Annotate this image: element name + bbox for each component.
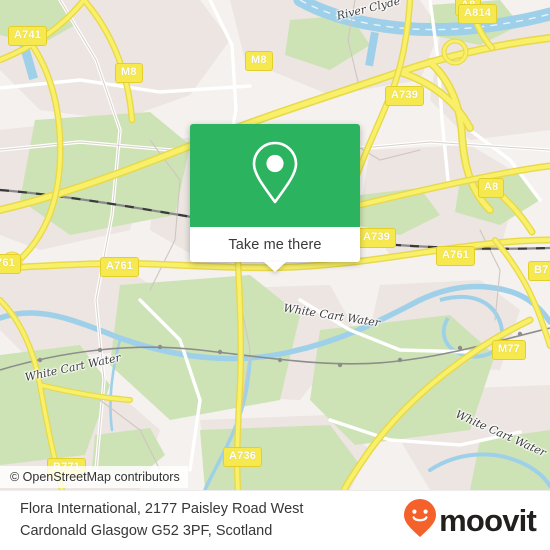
road-shield: A741 xyxy=(8,26,48,46)
road-shield: A736 xyxy=(223,447,263,467)
popup-tail xyxy=(264,262,286,272)
road-shield: M77 xyxy=(492,340,526,360)
moovit-map-screenshot: A741 M8 M8 A8 A814 A739 A8 A739 A761 B7 … xyxy=(0,0,550,550)
map-pin-icon xyxy=(249,140,301,211)
map-canvas[interactable]: A741 M8 M8 A8 A814 A739 A8 A739 A761 B7 … xyxy=(0,0,550,490)
road-shield: A8 xyxy=(478,178,505,198)
road-shield: A814 xyxy=(458,4,498,24)
take-me-there-label: Take me there xyxy=(228,236,322,253)
place-address: Flora International, 2177 Paisley Road W… xyxy=(20,499,303,541)
address-line-1: Flora International, 2177 Paisley Road W… xyxy=(20,501,304,518)
place-popup-card[interactable]: Take me there xyxy=(190,124,360,272)
footer-bar: Flora International, 2177 Paisley Road W… xyxy=(0,490,550,550)
take-me-there-button[interactable]: Take me there xyxy=(190,227,360,272)
road-shield: A761 xyxy=(436,246,476,266)
moovit-wordmark: moovit xyxy=(439,503,537,538)
road-shield: A739 xyxy=(385,86,425,106)
road-shield: 761 xyxy=(0,254,21,274)
road-shield: M8 xyxy=(245,51,273,71)
road-shield: A739 xyxy=(357,228,397,248)
road-shield: A761 xyxy=(100,257,140,277)
place-popup-header xyxy=(190,124,360,227)
moovit-logo[interactable]: moovit xyxy=(403,498,537,543)
address-line-2: Cardonald Glasgow G52 3PF, Scotland xyxy=(20,522,273,539)
road-shield: B7 xyxy=(528,261,550,281)
map-attribution[interactable]: © OpenStreetMap contributors xyxy=(0,466,188,488)
moovit-smiley-pin-icon xyxy=(403,498,437,543)
road-shield: M8 xyxy=(115,63,143,83)
